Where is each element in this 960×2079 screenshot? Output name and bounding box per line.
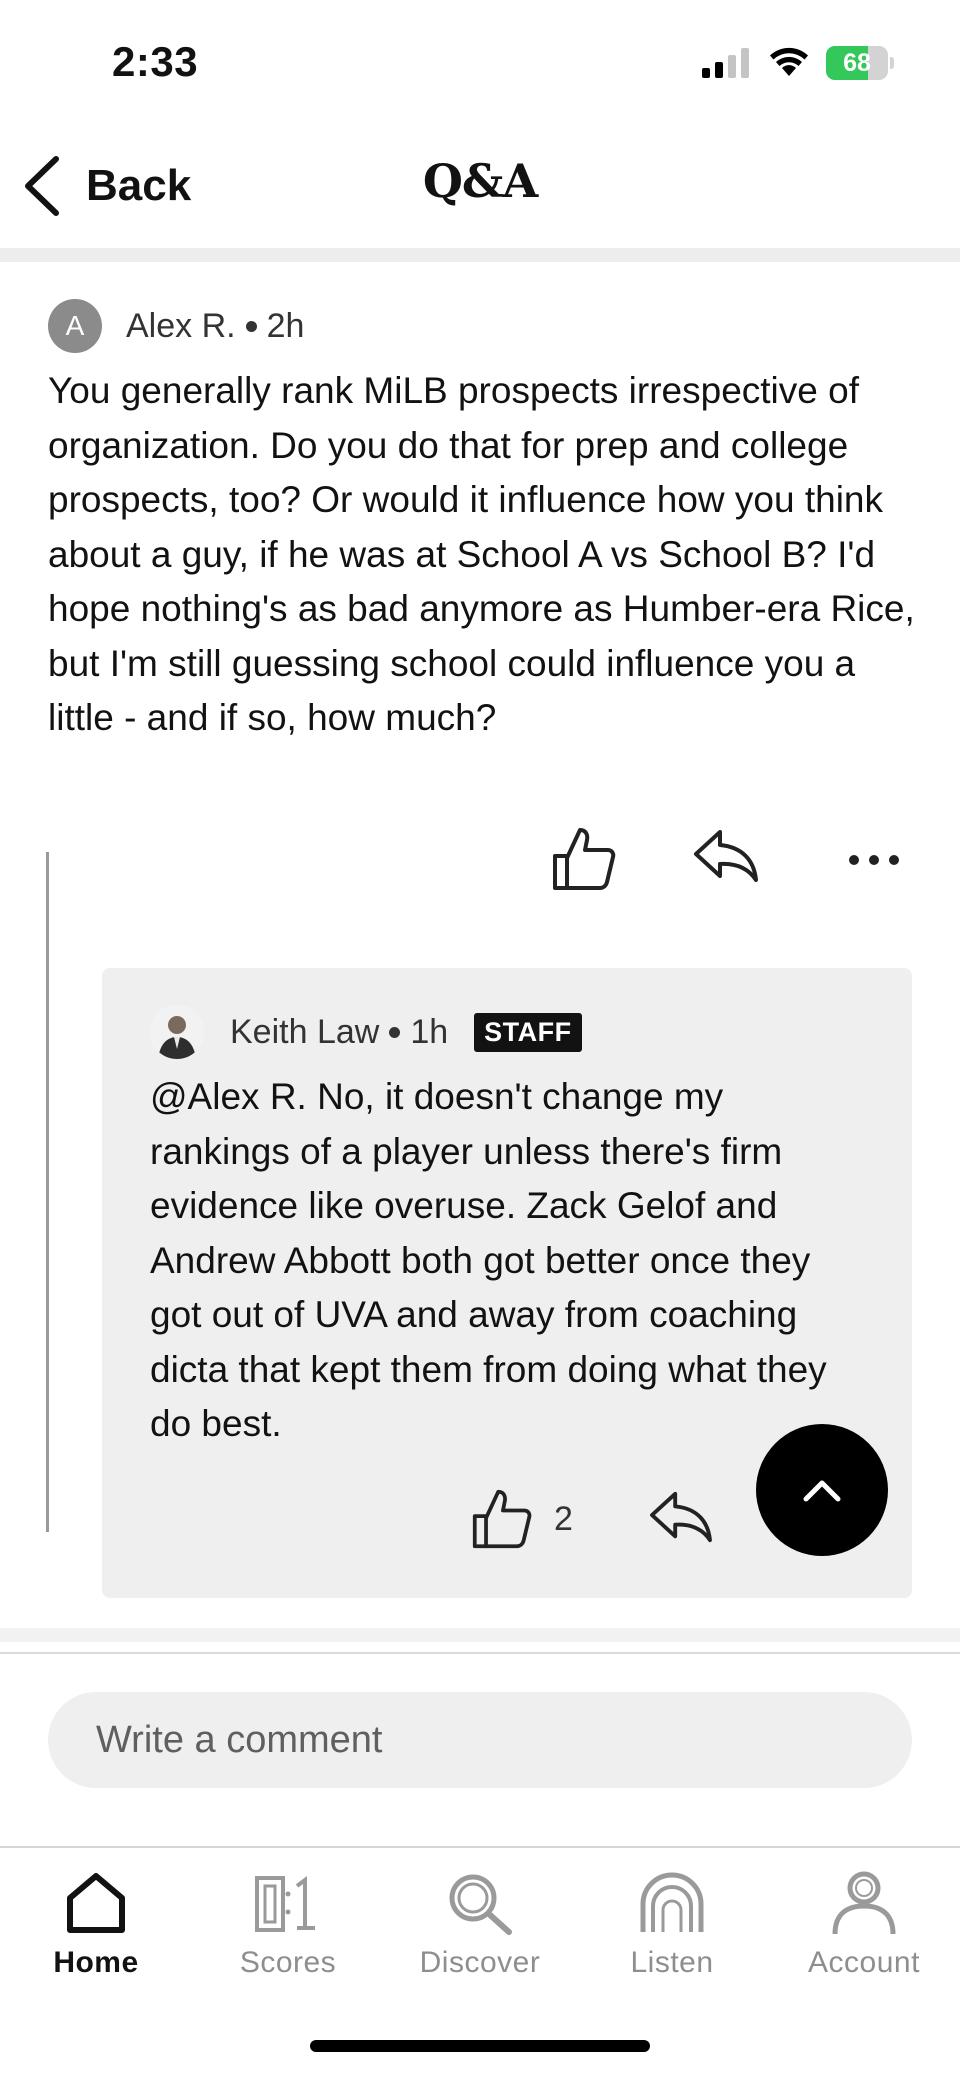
- status-time: 2:33: [112, 38, 199, 85]
- section-divider-line: [0, 1652, 960, 1654]
- thumbs-up-icon: [553, 828, 616, 890]
- staff-avatar: [150, 1005, 204, 1059]
- thread-line: [46, 852, 49, 1532]
- reply-text: @Alex R. No, it doesn't change my rankin…: [150, 1076, 827, 1444]
- tab-label: Account: [808, 1946, 920, 1979]
- account-icon: [832, 1871, 896, 1935]
- tab-discover[interactable]: Discover: [384, 1870, 576, 2000]
- reply-icon: [650, 1491, 712, 1543]
- battery-icon: 68: [826, 46, 894, 80]
- status-bar: 2:33 68: [0, 0, 960, 130]
- tab-listen[interactable]: Listen: [576, 1870, 768, 2000]
- question-author: Alex R.: [126, 306, 236, 345]
- comment-input[interactable]: [48, 1692, 912, 1788]
- tab-label: Scores: [239, 1946, 337, 1979]
- page-title: Q&A: [422, 154, 538, 208]
- nav-header: Back Q&A: [0, 130, 960, 250]
- reply-to-reply-button[interactable]: [648, 1488, 714, 1546]
- header-divider: [0, 248, 960, 262]
- thumbs-up-icon: [472, 1489, 532, 1549]
- more-options-button[interactable]: [848, 826, 900, 890]
- wifi-icon: [770, 47, 808, 76]
- reply-like-button[interactable]: 2: [470, 1488, 573, 1550]
- section-divider: [0, 1628, 960, 1642]
- reply-button[interactable]: [692, 826, 760, 886]
- tab-label: Listen: [630, 1946, 714, 1979]
- scroll-to-top-button[interactable]: [756, 1424, 888, 1556]
- chevron-up-icon: [803, 1480, 841, 1502]
- question-actions: [540, 826, 920, 902]
- question-text: You generally rank MiLB prospects irresp…: [48, 370, 915, 738]
- reply-time: 1h: [410, 1012, 449, 1051]
- tab-scores[interactable]: Scores: [192, 1870, 384, 2000]
- like-button[interactable]: [550, 826, 618, 892]
- home-icon: [67, 1873, 125, 1933]
- question-time: 2h: [266, 306, 305, 345]
- cellular-signal-icon: [702, 48, 749, 78]
- tab-label: Home: [53, 1946, 139, 1979]
- battery-percent: 68: [843, 49, 871, 77]
- tab-label: Discover: [419, 1946, 541, 1979]
- reply-author: Keith Law: [230, 1012, 380, 1051]
- separator-dot: [389, 1026, 401, 1038]
- tab-account[interactable]: Account: [768, 1870, 960, 2000]
- avatar: A: [48, 299, 102, 353]
- more-icon: [849, 855, 899, 865]
- home-indicator: [310, 2040, 650, 2052]
- scores-icon: [255, 1876, 315, 1932]
- like-count: 2: [554, 1499, 573, 1538]
- reply-icon: [694, 830, 758, 882]
- separator-dot: [245, 320, 257, 332]
- headphones-icon: [640, 1872, 704, 1932]
- tab-home[interactable]: Home: [0, 1870, 192, 2000]
- search-icon: [449, 1874, 512, 1935]
- reply-meta: Keith Law 1h STAFF: [150, 1002, 582, 1062]
- question-meta: A Alex R. 2h: [48, 298, 304, 354]
- staff-badge: STAFF: [474, 1012, 582, 1052]
